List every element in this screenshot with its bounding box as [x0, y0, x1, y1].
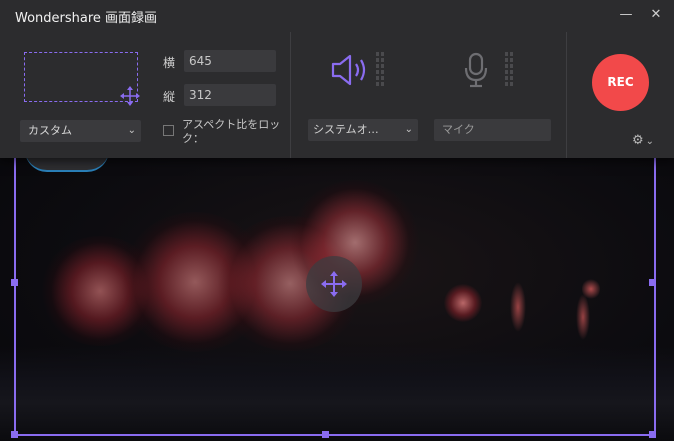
divider — [566, 32, 567, 158]
divider — [290, 32, 291, 158]
speaker-icon[interactable] — [330, 52, 370, 88]
record-button[interactable]: REC — [592, 54, 649, 111]
width-input[interactable]: 645 — [184, 50, 276, 72]
chevron-down-icon: ⌄ — [127, 125, 136, 136]
title-bar[interactable]: Wondershare 画面録画 — ✕ — [0, 0, 674, 30]
resize-handle-bottom[interactable] — [322, 431, 329, 438]
microphone-dropdown[interactable]: マイク — [434, 119, 551, 141]
move-arrows-icon — [120, 86, 140, 106]
microphone-icon[interactable] — [463, 52, 489, 88]
system-audio-value: システムオ… — [313, 123, 379, 136]
app-title: Wondershare 画面録画 — [15, 11, 158, 26]
width-label: 横 — [163, 56, 176, 70]
region-preset-value: カスタム — [28, 124, 72, 137]
aspect-lock-checkbox[interactable] — [163, 125, 174, 136]
recorder-window: Wondershare 画面録画 — ✕ カスタム ⌄ 横 645 縦 312 … — [0, 0, 674, 158]
system-audio-level-meter — [376, 52, 384, 86]
move-selection-button[interactable] — [306, 256, 362, 312]
minimize-button[interactable]: — — [617, 6, 635, 24]
system-audio-dropdown[interactable]: システムオ… ⌄ — [308, 119, 418, 141]
aspect-lock-label: アスペクト比をロック： — [182, 118, 281, 145]
height-input[interactable]: 312 — [184, 84, 276, 106]
screen: Wondershare 画面録画 — ✕ カスタム ⌄ 横 645 縦 312 … — [0, 0, 674, 441]
height-label: 縦 — [163, 90, 176, 104]
resize-handle-left[interactable] — [11, 279, 18, 286]
resize-handle-right[interactable] — [649, 279, 656, 286]
microphone-level-meter — [505, 52, 513, 86]
microphone-value: マイク — [442, 123, 475, 136]
settings-button[interactable]: ⚙ ⌄ — [632, 133, 654, 148]
gear-icon: ⚙ — [632, 133, 644, 148]
chevron-down-icon: ⌄ — [404, 124, 413, 135]
chevron-down-icon: ⌄ — [645, 136, 655, 147]
resize-handle-bottom-left[interactable] — [11, 431, 18, 438]
resize-handle-bottom-right[interactable] — [649, 431, 656, 438]
move-arrows-icon — [321, 271, 347, 297]
region-preset-dropdown[interactable]: カスタム ⌄ — [20, 120, 141, 142]
close-button[interactable]: ✕ — [647, 6, 665, 24]
